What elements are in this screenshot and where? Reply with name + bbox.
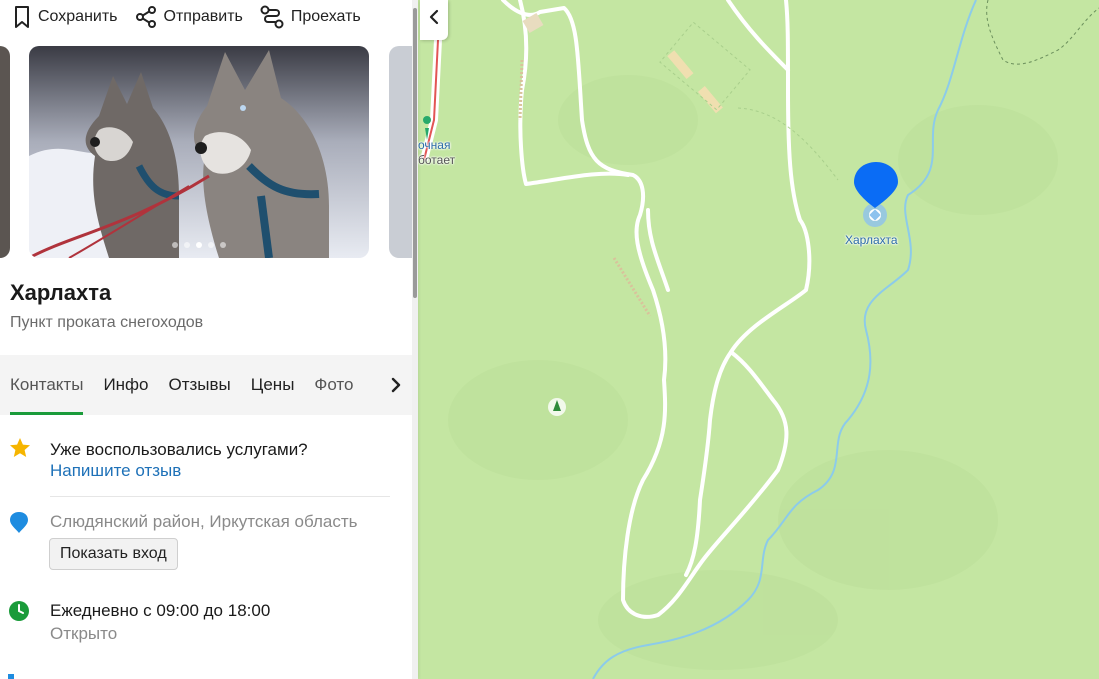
- share-label: Отправить: [163, 8, 243, 25]
- marker-label[interactable]: Харлахта: [845, 233, 898, 247]
- save-button[interactable]: Сохранить: [12, 0, 118, 34]
- route-icon: [260, 5, 284, 29]
- location-pin-icon: [10, 512, 28, 533]
- tabs-fade: [354, 355, 388, 415]
- share-icon: [135, 6, 156, 28]
- gallery-dot[interactable]: [184, 242, 190, 248]
- address-text: Слюдянский район, Иркутская область: [50, 512, 358, 531]
- place-category: Пункт проката снегоходов: [10, 314, 204, 331]
- photo-main[interactable]: [29, 46, 369, 258]
- place-card: Сохранить Отправить Проехать Харлахта Пу…: [0, 0, 418, 679]
- divider: [50, 496, 390, 497]
- star-icon: [10, 438, 30, 457]
- card-toolbar: Сохранить Отправить Проехать: [0, 0, 418, 34]
- place-marker[interactable]: [854, 162, 898, 227]
- photo-gallery[interactable]: [0, 46, 418, 258]
- hours-status: Открыто: [50, 624, 118, 643]
- panel-scrollbar[interactable]: [412, 0, 418, 679]
- tab-reviews[interactable]: Отзывы: [169, 355, 231, 415]
- gallery-dot[interactable]: [208, 242, 214, 248]
- show-entrance-button[interactable]: Показать вход: [49, 538, 178, 570]
- chevron-right-icon: [391, 377, 401, 393]
- write-review-link[interactable]: Напишите отзыв: [50, 461, 181, 481]
- cut-label-line2: ботает: [418, 153, 456, 167]
- gallery-dot[interactable]: [220, 242, 226, 248]
- route-label: Проехать: [290, 8, 361, 25]
- husky-photo: [29, 46, 369, 258]
- scrollbar-thumb[interactable]: [413, 8, 417, 298]
- next-row-icon: [8, 674, 14, 679]
- collapse-panel-button[interactable]: [420, 0, 448, 40]
- chevron-left-icon: [429, 9, 439, 25]
- tab-photos[interactable]: Фото: [314, 355, 353, 415]
- photo-prev[interactable]: [0, 46, 10, 258]
- hours-schedule: Ежедневно с 09:00 до 18:00: [50, 601, 271, 620]
- gallery-dot-active[interactable]: [196, 242, 202, 248]
- gallery-dots: [29, 242, 369, 248]
- map-drawing: [420, 0, 1099, 679]
- tab-prices[interactable]: Цены: [251, 355, 295, 415]
- gallery-dot[interactable]: [172, 242, 178, 248]
- app-root: очная ботает Харлахта Сохранить Отправит…: [0, 0, 1099, 679]
- route-button[interactable]: Проехать: [259, 0, 361, 34]
- place-title: Харлахта: [10, 280, 112, 305]
- tabs-scroll-right-button[interactable]: [384, 373, 408, 397]
- tab-bar: Контакты Инфо Отзывы Цены Фото: [0, 355, 412, 415]
- boundary-line: [986, 0, 1099, 65]
- tab-contacts[interactable]: Контакты: [10, 355, 84, 415]
- clock-icon: [9, 601, 29, 621]
- share-button[interactable]: Отправить: [134, 0, 243, 34]
- bookmark-icon: [15, 6, 29, 28]
- review-question: Уже воспользовались услугами?: [50, 440, 308, 459]
- campsite-poi-icon[interactable]: [548, 398, 566, 416]
- map-canvas[interactable]: [418, 0, 1099, 679]
- save-label: Сохранить: [38, 8, 118, 25]
- tab-info[interactable]: Инфо: [103, 355, 148, 415]
- cut-label-line1: очная: [418, 138, 451, 152]
